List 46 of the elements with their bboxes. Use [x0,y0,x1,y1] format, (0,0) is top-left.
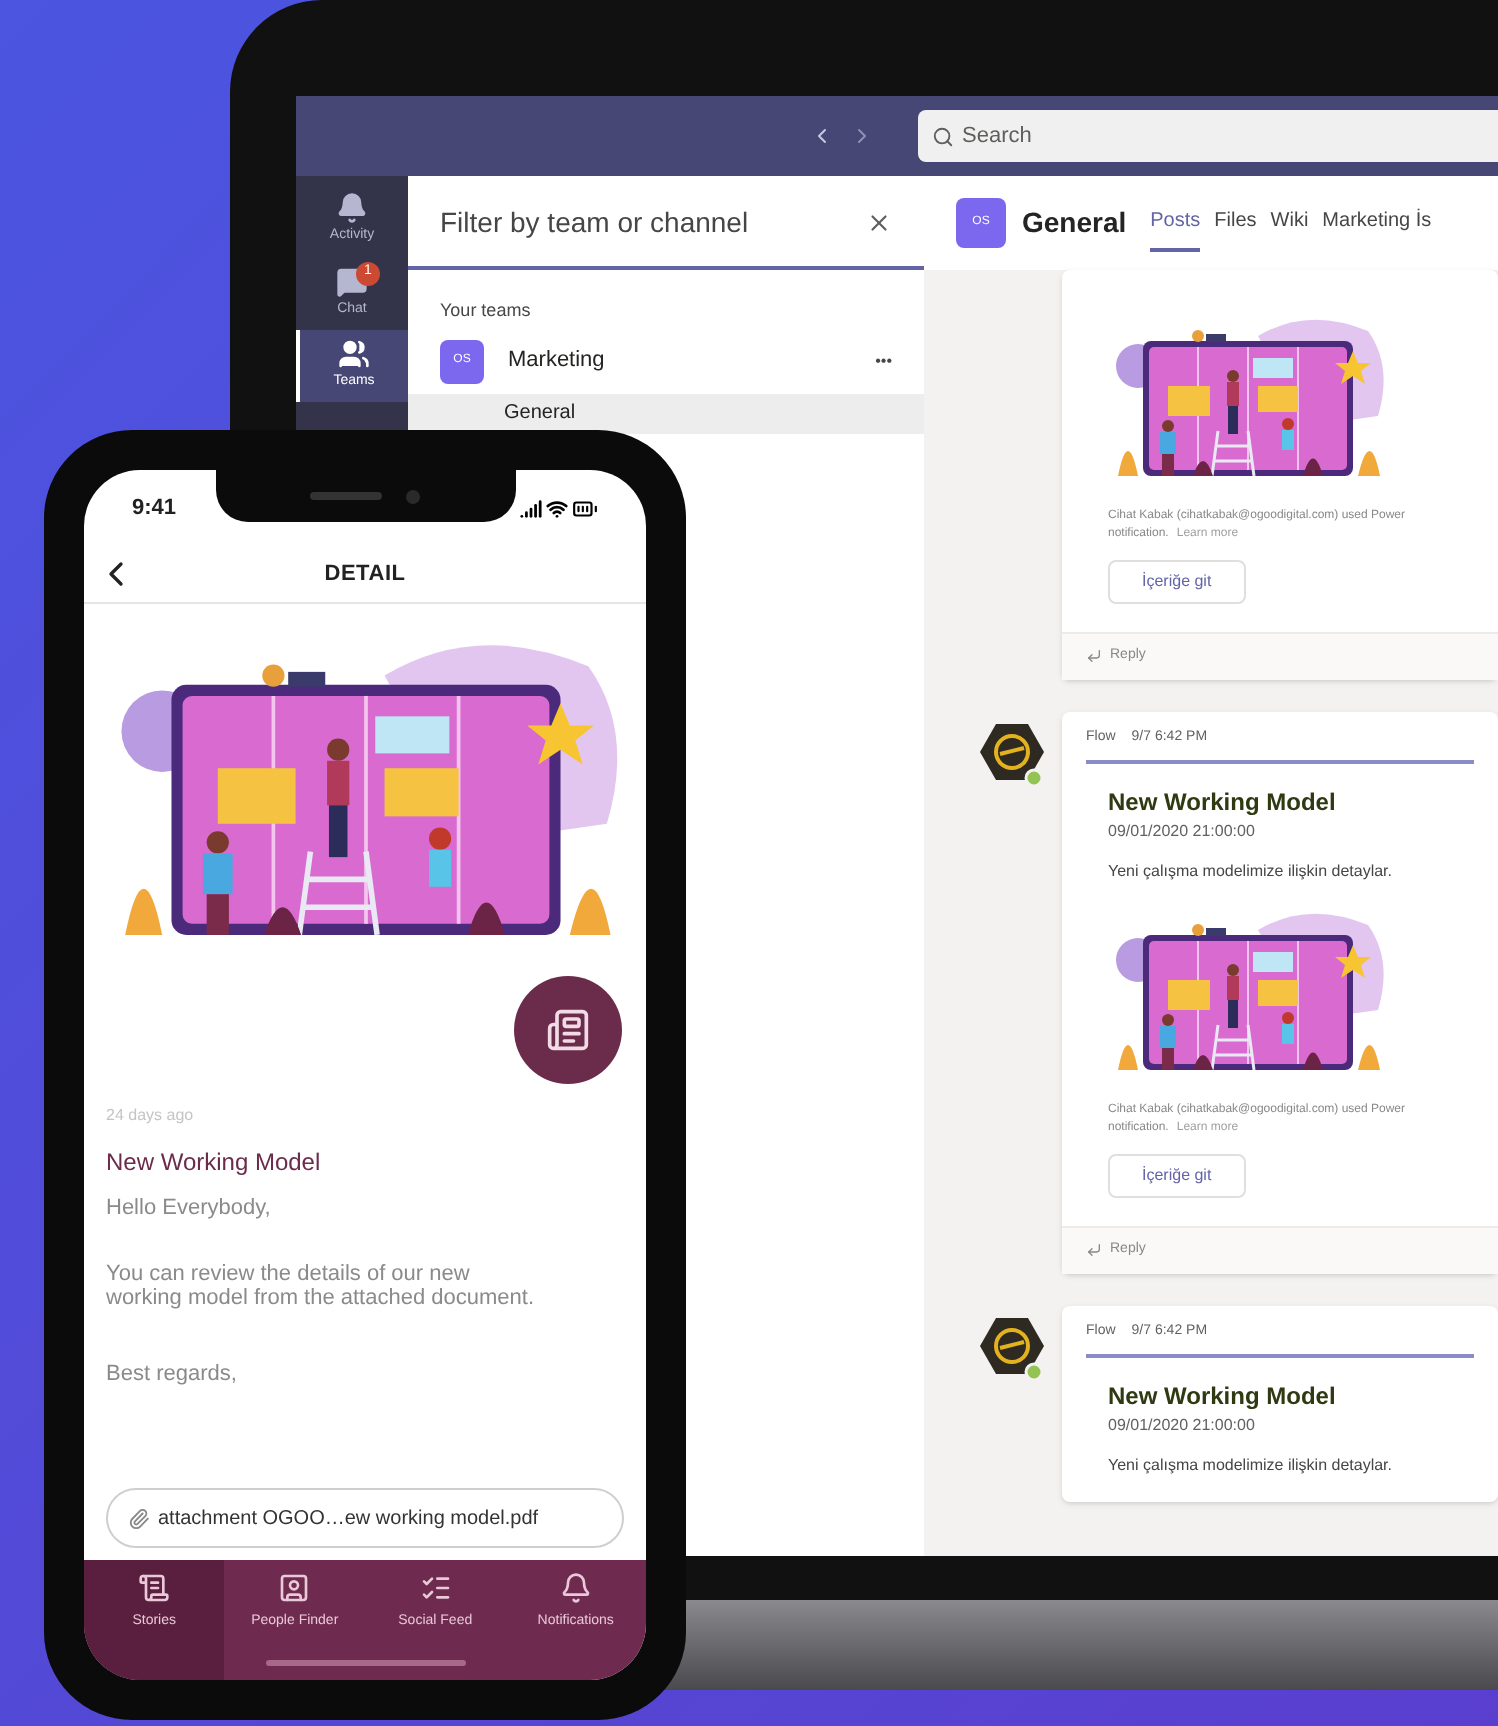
search-field[interactable]: Search [918,110,1498,162]
nav-icon [419,1572,452,1604]
signal-icon [520,497,542,519]
paperclip-icon [128,1507,150,1529]
front-camera [406,489,420,503]
newspaper-icon [546,1008,590,1052]
post-description: Yeni çalışma modelimize ilişkin detaylar. [1108,860,1394,884]
channel-tab[interactable]: Files [1214,194,1257,252]
post-title: New Working Model [1108,1380,1338,1414]
reply-arrow-icon [1086,648,1102,665]
news-fab[interactable] [514,976,622,1084]
more-options[interactable]: ••• [875,349,892,373]
hexagon-logo-icon [978,719,1046,787]
nav-icon [278,1572,311,1604]
post-date: 09/01/2020 21:00:00 [1108,820,1257,844]
channel-item[interactable]: General [408,393,924,433]
search-icon [932,126,954,148]
status-time: 9:41 [132,493,177,524]
post-title: New Working Model [106,1146,323,1180]
rail-icon [338,338,370,370]
channel-tab[interactable]: Wiki [1270,194,1309,252]
reply-arrow-icon [1086,1242,1102,1259]
post-closing: Best regards, [106,1359,239,1389]
post-greeting: Hello Everybody, [106,1194,273,1224]
post-title: New Working Model [1108,786,1338,820]
speaker-grille [310,492,382,500]
post-body: You can review the details of our new working model from the attached document. [106,1261,536,1309]
screen-title: DETAIL [324,559,406,590]
wifi-icon [546,497,568,519]
hexagon-logo-icon [978,1313,1046,1381]
open-content-button[interactable]: İçeriğe git [1108,560,1246,604]
channel-title: General [1022,204,1127,242]
close-icon[interactable] [866,210,892,236]
battery-icon [572,495,598,521]
open-content-button[interactable]: İçeriğe git [1108,1154,1246,1198]
channel-tab[interactable]: Marketing İs [1322,194,1432,252]
section-heading: Your teams [438,298,533,324]
post-date: 09/01/2020 21:00:00 [1108,1414,1257,1438]
post-age: 24 days ago [106,1104,196,1128]
nav-icon [559,1572,592,1604]
attachment-button[interactable]: attachment OGOO…ew working model.pdf [106,1488,624,1548]
nav-icon [138,1572,171,1604]
channel-tab[interactable]: Posts [1150,194,1201,252]
team-name: Marketing [508,346,607,377]
rail-icon [336,192,368,224]
post-description: Yeni çalışma modelimize ilişkin detaylar. [1108,1454,1394,1478]
